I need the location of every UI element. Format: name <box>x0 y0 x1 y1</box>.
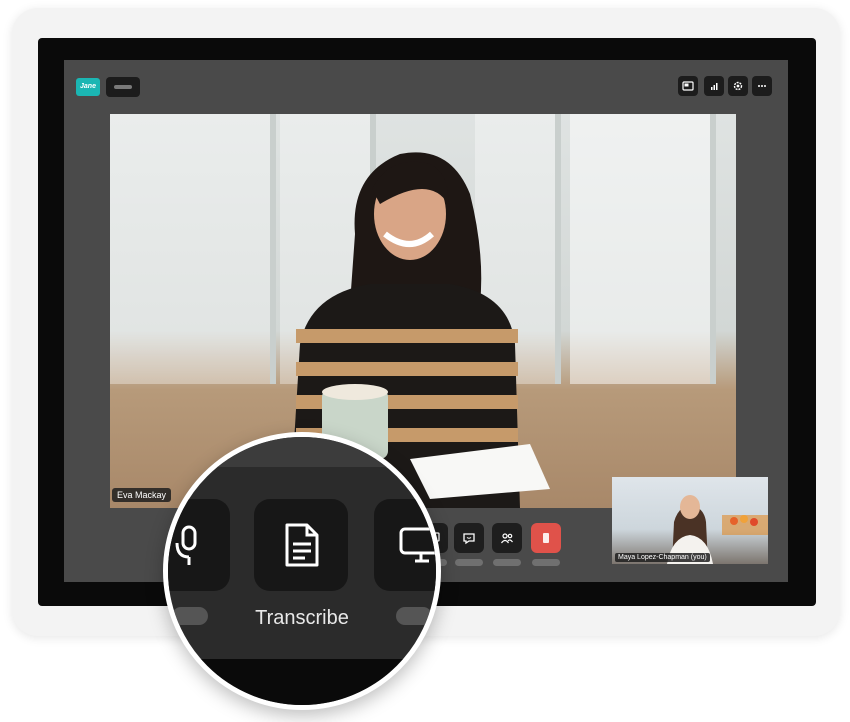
picture-in-picture-icon <box>682 81 694 91</box>
gear-icon <box>733 81 743 91</box>
settings-button[interactable] <box>728 76 748 96</box>
connection-stats-button[interactable] <box>704 76 724 96</box>
leave-door-icon <box>543 533 549 543</box>
picture-in-picture-button[interactable] <box>678 76 698 96</box>
microphone-icon <box>175 525 197 565</box>
end-call-button[interactable] <box>531 523 561 553</box>
more-options-button[interactable] <box>752 76 772 96</box>
microphone-button-magnified[interactable] <box>168 499 230 591</box>
chat-bubble-icon <box>463 533 475 545</box>
end-call-label-pill <box>532 559 560 566</box>
self-view-video: Maya Lopez-Chapman (you) <box>612 477 768 564</box>
self-view-photo <box>667 495 768 564</box>
transcribe-button[interactable] <box>254 499 348 591</box>
self-view-name-tag: Maya Lopez-Chapman (you) <box>615 553 710 562</box>
participant-name-tag: Eva Mackay <box>112 488 172 502</box>
magnified-toolbar-callout: Transcribe <box>163 432 441 710</box>
participants-button[interactable] <box>492 523 522 553</box>
participants-label-pill <box>493 559 521 566</box>
screen-share-button-magnified[interactable] <box>374 499 436 591</box>
jane-logo: Jane <box>76 78 100 96</box>
meeting-pill-button[interactable] <box>106 77 140 97</box>
chat-button[interactable] <box>454 523 484 553</box>
monitor-icon <box>399 527 436 563</box>
people-icon <box>501 533 513 544</box>
document-icon <box>285 523 319 567</box>
transcribe-label: Transcribe <box>255 607 349 629</box>
ellipsis-icon <box>758 85 766 87</box>
signal-bars-icon <box>711 83 718 90</box>
chat-label-pill <box>455 559 483 566</box>
